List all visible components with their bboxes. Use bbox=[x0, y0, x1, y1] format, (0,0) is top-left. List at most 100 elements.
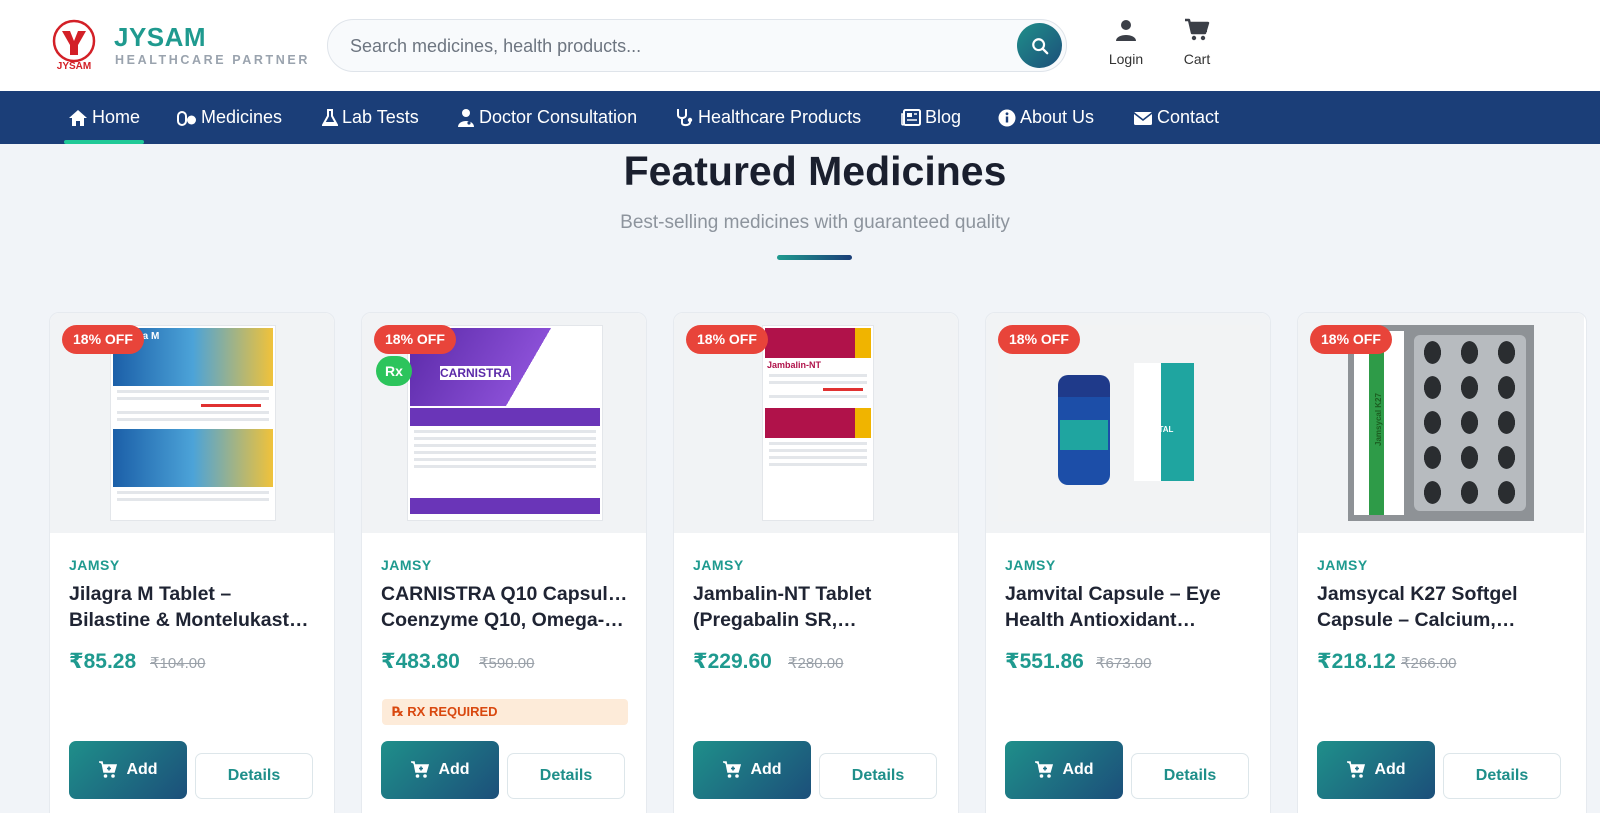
nav-item-about-us[interactable]: About Us bbox=[998, 91, 1094, 144]
product-name-line1: Jambalin-NT Tablet bbox=[693, 583, 872, 605]
stethoscope-icon bbox=[677, 108, 693, 126]
nav-item-medicines[interactable]: Medicines bbox=[177, 91, 282, 144]
details-button[interactable]: Details bbox=[819, 753, 937, 799]
main-nav: Home Medicines Lab Tests Doctor Consulta… bbox=[0, 91, 1600, 144]
product-mrp: ₹266.00 bbox=[1401, 655, 1457, 672]
product-image-area[interactable]: Jilagra M 18% OFF bbox=[50, 313, 334, 533]
product-price: ₹85.28 bbox=[69, 650, 137, 673]
add-to-cart-button[interactable]: Add bbox=[381, 741, 499, 799]
product-image-label: Jambalin-NT bbox=[767, 360, 822, 370]
section-title: Featured Medicines bbox=[623, 148, 1007, 194]
home-icon bbox=[69, 109, 87, 126]
nav-item-healthcare-products[interactable]: Healthcare Products bbox=[676, 91, 861, 144]
product-image: Jamsycal K27 bbox=[1348, 325, 1534, 521]
product-brand: JAMSY bbox=[381, 557, 432, 573]
search-bar bbox=[327, 19, 1067, 72]
product-image-label: CARNISTRA bbox=[440, 366, 511, 380]
discount-badge: 18% OFF bbox=[998, 325, 1080, 354]
product-card[interactable]: JAMVITAL 18% OFF JAMSY Jamvital Capsule … bbox=[985, 312, 1271, 813]
product-name[interactable]: Jamvital Capsule – Eye Health Antioxidan… bbox=[1005, 581, 1255, 633]
details-button[interactable]: Details bbox=[1443, 753, 1561, 799]
cart-icon bbox=[1185, 18, 1210, 41]
product-name-line2: Coenzyme Q10, Omega-… bbox=[381, 609, 624, 631]
newspaper-icon bbox=[901, 109, 921, 126]
nav-label-medicines: Medicines bbox=[201, 107, 283, 127]
nav-item-doctor-consultation[interactable]: Doctor Consultation bbox=[457, 91, 637, 144]
discount-badge: 18% OFF bbox=[1310, 325, 1392, 354]
details-button[interactable]: Details bbox=[1131, 753, 1249, 799]
nav-item-lab-tests[interactable]: Lab Tests bbox=[322, 91, 419, 144]
add-button-label: Add bbox=[1062, 761, 1094, 778]
product-image-area[interactable]: Jambalin-NT 18% OFF bbox=[674, 313, 958, 533]
product-name-line2: (Pregabalin SR,… bbox=[693, 609, 857, 631]
search-input[interactable] bbox=[350, 32, 990, 60]
rx-required-text: RX REQUIRED bbox=[407, 704, 498, 719]
cart-label: Cart bbox=[1183, 51, 1211, 67]
add-to-cart-button[interactable]: Add bbox=[69, 741, 187, 799]
cart-button[interactable]: Cart bbox=[1162, 18, 1232, 67]
product-card[interactable]: Jambalin-NT 18% OFF JAMSY Jambalin-NT Ta… bbox=[673, 312, 959, 813]
cart-plus-icon bbox=[1347, 761, 1366, 778]
nav-label-lab-tests: Lab Tests bbox=[342, 107, 419, 127]
nav-label-blog: Blog bbox=[925, 107, 962, 127]
cart-plus-icon bbox=[1035, 761, 1054, 778]
section-subtitle: Best-selling medicines with guaranteed q… bbox=[620, 212, 1010, 233]
logo-text: JYSAM bbox=[57, 61, 91, 71]
product-price: ₹218.12 bbox=[1317, 650, 1396, 673]
add-button-label: Add bbox=[750, 761, 782, 778]
cart-plus-icon bbox=[99, 761, 118, 778]
product-card[interactable]: CARNISTRA 18% OFF Rx JAMSY CARNISTRA Q10… bbox=[361, 312, 647, 813]
nav-label-about-us: About Us bbox=[1020, 107, 1095, 127]
discount-badge: 18% OFF bbox=[374, 325, 456, 354]
product-image-label: JAMVITAL bbox=[1134, 425, 1174, 434]
product-name[interactable]: Jamsycal K27 Softgel Capsule – Calcium,… bbox=[1317, 581, 1567, 633]
details-button[interactable]: Details bbox=[195, 753, 313, 799]
product-price: ₹229.60 bbox=[693, 650, 772, 673]
product-image-label: Jamsycal K27 bbox=[1373, 393, 1383, 446]
product-name-line2: Bilastine & Montelukast… bbox=[69, 609, 309, 631]
add-button-label: Add bbox=[126, 761, 158, 778]
discount-badge: 18% OFF bbox=[62, 325, 144, 354]
product-mrp: ₹104.00 bbox=[150, 655, 206, 672]
cart-plus-icon bbox=[723, 761, 742, 778]
product-brand: JAMSY bbox=[693, 557, 744, 573]
product-image: Jambalin-NT bbox=[762, 325, 874, 521]
details-button[interactable]: Details bbox=[507, 753, 625, 799]
nav-item-blog[interactable]: Blog bbox=[901, 91, 961, 144]
jysam-logo[interactable]: JYSAM bbox=[48, 19, 100, 71]
flask-icon bbox=[322, 108, 338, 126]
product-mrp: ₹280.00 bbox=[788, 655, 844, 672]
prescription-icon: ℞ bbox=[392, 704, 404, 719]
product-name-line1: CARNISTRA Q10 Capsule – bbox=[381, 583, 631, 605]
nav-item-contact[interactable]: Contact bbox=[1133, 91, 1219, 144]
product-name[interactable]: Jambalin-NT Tablet (Pregabalin SR,… bbox=[693, 581, 943, 633]
product-name[interactable]: CARNISTRA Q10 Capsule – Coenzyme Q10, Om… bbox=[381, 581, 631, 633]
add-to-cart-button[interactable]: Add bbox=[1317, 741, 1435, 799]
product-image-area[interactable]: Jamsycal K27 18% OFF bbox=[1298, 313, 1584, 533]
pills-icon bbox=[177, 110, 196, 126]
product-card[interactable]: Jamsycal K27 18% OFF JAMSY Jamsycal K27 … bbox=[1297, 312, 1587, 813]
product-card[interactable]: Jilagra M 18% OFF JAMSY Jilagra M Tablet… bbox=[49, 312, 335, 813]
search-icon bbox=[1031, 37, 1048, 54]
discount-badge: 18% OFF bbox=[686, 325, 768, 354]
brand-name[interactable]: JYSAM bbox=[114, 22, 206, 53]
product-price: ₹551.86 bbox=[1005, 650, 1084, 673]
product-name-line1: Jamvital Capsule – Eye bbox=[1005, 583, 1221, 605]
product-image: Jilagra M bbox=[110, 325, 276, 521]
product-name-line2: Capsule – Calcium,… bbox=[1317, 609, 1516, 631]
user-icon bbox=[1116, 20, 1136, 41]
product-image-area[interactable]: CARNISTRA 18% OFF Rx bbox=[362, 313, 646, 533]
add-to-cart-button[interactable]: Add bbox=[693, 741, 811, 799]
product-name[interactable]: Jilagra M Tablet – Bilastine & Monteluka… bbox=[69, 581, 319, 633]
product-mrp: ₹673.00 bbox=[1096, 655, 1152, 672]
product-image-area[interactable]: JAMVITAL 18% OFF bbox=[986, 313, 1270, 533]
login-button[interactable]: Login bbox=[1091, 18, 1161, 67]
login-label: Login bbox=[1108, 51, 1144, 67]
search-button[interactable] bbox=[1017, 23, 1062, 68]
nav-label-healthcare-products: Healthcare Products bbox=[698, 107, 862, 127]
nav-item-home[interactable]: Home bbox=[63, 91, 145, 144]
envelope-icon bbox=[1133, 111, 1153, 125]
nav-label-doctor-consultation: Doctor Consultation bbox=[479, 107, 638, 127]
add-to-cart-button[interactable]: Add bbox=[1005, 741, 1123, 799]
add-button-label: Add bbox=[438, 761, 470, 778]
